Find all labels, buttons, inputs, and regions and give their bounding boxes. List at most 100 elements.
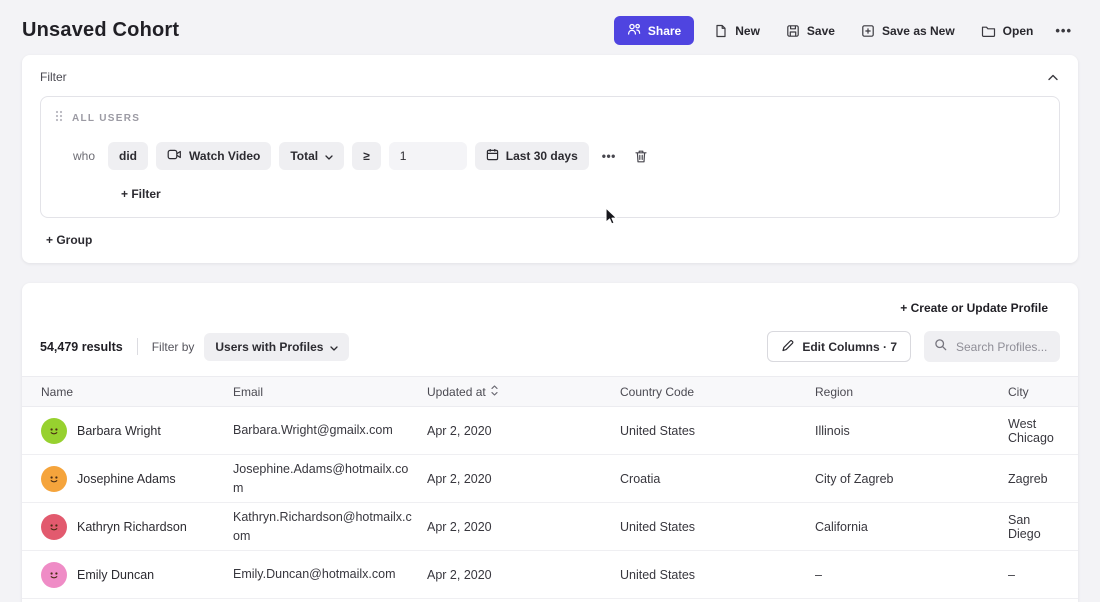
date-range-dropdown[interactable]: Last 30 days: [475, 142, 589, 170]
save-as-new-icon: [861, 24, 875, 38]
profile-city: San Diego: [1008, 513, 1078, 541]
profile-name: Josephine Adams: [77, 472, 176, 486]
column-header-region[interactable]: Region: [815, 385, 1008, 399]
search-profiles-field[interactable]: [924, 331, 1060, 362]
folder-icon: [981, 24, 996, 38]
filter-by-label: Filter by: [152, 340, 195, 354]
add-filter-button[interactable]: + Filter: [121, 187, 161, 201]
share-users-icon: [627, 22, 641, 39]
updated-at-label: Updated at: [427, 385, 486, 399]
profile-country-code: United States: [620, 568, 815, 582]
table-row[interactable]: Kathryn Richardson Kathryn.Richardson@ho…: [22, 503, 1078, 551]
event-dropdown[interactable]: Watch Video: [156, 142, 271, 170]
create-profile-row: + Create or Update Profile: [22, 283, 1078, 318]
sort-icon[interactable]: [491, 385, 498, 399]
filter-panel-label: Filter: [40, 70, 67, 84]
aggregation-dropdown[interactable]: Total: [279, 142, 344, 170]
profile-email: Kathryn.Richardson@hotmailx.com: [233, 508, 427, 544]
aggregation-label: Total: [290, 149, 318, 163]
profile-city: –: [1008, 568, 1078, 582]
condition-row: who did Watch Video Total ≥: [73, 142, 1047, 170]
profile-city: Zagreb: [1008, 472, 1078, 486]
open-label: Open: [1003, 24, 1034, 38]
column-header-email[interactable]: Email: [233, 385, 427, 399]
profile-region: Illinois: [815, 424, 1008, 438]
avatar: [41, 418, 67, 444]
pencil-icon: [781, 339, 794, 355]
save-icon: [786, 24, 800, 38]
table-row[interactable]: Emily Duncan Emily.Duncan@hotmailx.com A…: [22, 551, 1078, 599]
column-header-country-code[interactable]: Country Code: [620, 385, 815, 399]
who-label: who: [73, 149, 95, 163]
more-options-button[interactable]: •••: [1053, 19, 1074, 42]
profile-region: California: [815, 520, 1008, 534]
profile-updated-at: Apr 2, 2020: [427, 568, 620, 582]
profiles-filter-dropdown[interactable]: Users with Profiles: [204, 333, 349, 361]
profile-region: –: [815, 568, 1008, 582]
save-button[interactable]: Save: [780, 16, 841, 45]
results-panel: + Create or Update Profile 54,479 result…: [22, 283, 1078, 602]
collapse-filter-button[interactable]: [1046, 67, 1060, 86]
did-dropdown[interactable]: did: [108, 142, 148, 170]
profile-name: Kathryn Richardson: [77, 520, 187, 534]
event-label: Watch Video: [189, 149, 260, 163]
cohort-builder-page: Unsaved Cohort Share New: [0, 0, 1100, 602]
topbar: Unsaved Cohort Share New: [0, 0, 1100, 55]
new-document-icon: [714, 24, 728, 38]
column-header-updated-at[interactable]: Updated at: [427, 385, 620, 399]
group-label: ALL USERS: [72, 113, 140, 124]
add-group-button[interactable]: + Group: [46, 233, 92, 247]
chevron-up-icon: [1048, 69, 1058, 84]
search-profiles-input[interactable]: [954, 339, 1050, 355]
profile-name: Barbara Wright: [77, 424, 161, 438]
profile-name: Emily Duncan: [77, 568, 154, 582]
create-or-update-profile-button[interactable]: + Create or Update Profile: [894, 300, 1054, 316]
profile-email: Emily.Duncan@hotmailx.com: [233, 565, 427, 583]
condition-more-button[interactable]: •••: [597, 145, 621, 167]
save-as-new-label: Save as New: [882, 24, 955, 38]
save-as-new-button[interactable]: Save as New: [855, 16, 961, 45]
filter-panel: Filter ALL USERS who: [22, 55, 1078, 263]
profile-updated-at: Apr 2, 2020: [427, 424, 620, 438]
threshold-input[interactable]: [389, 142, 467, 170]
profile-country-code: United States: [620, 520, 815, 534]
filter-panel-header: Filter: [40, 67, 1060, 86]
date-range-label: Last 30 days: [506, 149, 578, 163]
avatar: [41, 466, 67, 492]
profiles-filter-label: Users with Profiles: [215, 340, 323, 354]
save-label: Save: [807, 24, 835, 38]
header-actions: Share New Save: [614, 16, 1074, 45]
delete-condition-button[interactable]: [629, 145, 653, 168]
profile-country-code: United States: [620, 424, 815, 438]
table-row[interactable]: Barbara Wright Barbara.Wright@gmailx.com…: [22, 407, 1078, 455]
table-row[interactable]: Josephine Adams Josephine.Adams@hotmailx…: [22, 455, 1078, 503]
edit-columns-label: Edit Columns · 7: [802, 340, 897, 354]
column-header-name[interactable]: Name: [41, 385, 233, 399]
profile-region: City of Zagreb: [815, 472, 1008, 486]
video-camera-icon: [167, 148, 182, 164]
share-label: Share: [648, 24, 681, 38]
share-button[interactable]: Share: [614, 16, 694, 45]
chevron-down-icon: [330, 340, 338, 354]
profile-email: Josephine.Adams@hotmailx.com: [233, 460, 427, 496]
new-button[interactable]: New: [708, 16, 766, 45]
profile-email: Barbara.Wright@gmailx.com: [233, 421, 427, 439]
open-button[interactable]: Open: [975, 16, 1040, 45]
table-header: Name Email Updated at Country Code Regio…: [22, 376, 1078, 407]
avatar: [41, 514, 67, 540]
chevron-down-icon: [325, 149, 333, 163]
toolbar-divider: [137, 338, 138, 355]
calendar-icon: [486, 148, 499, 164]
cohort-group: ALL USERS who did Watch Video Total: [40, 96, 1060, 218]
edit-columns-button[interactable]: Edit Columns · 7: [767, 331, 911, 362]
profile-country-code: Croatia: [620, 472, 815, 486]
page-title: Unsaved Cohort: [22, 19, 179, 42]
profile-city: West Chicago: [1008, 417, 1078, 445]
drag-handle-icon[interactable]: [55, 109, 63, 127]
operator-dropdown[interactable]: ≥: [352, 142, 381, 170]
column-header-city[interactable]: City: [1008, 385, 1078, 399]
search-icon: [934, 338, 947, 356]
cohort-group-header: ALL USERS: [53, 109, 1047, 127]
trash-icon: [634, 149, 648, 164]
results-count: 54,479 results: [40, 340, 123, 354]
